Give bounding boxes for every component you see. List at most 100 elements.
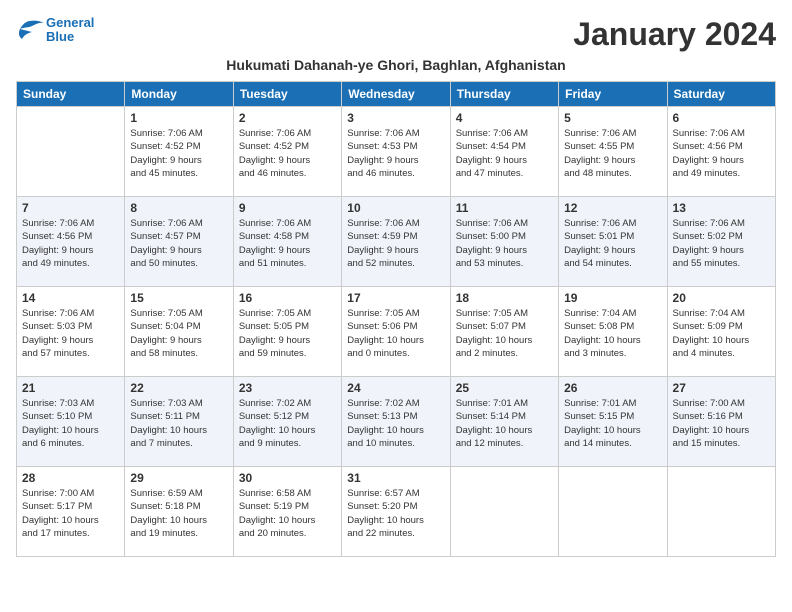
- calendar-cell: 14 Sunrise: 7:06 AMSunset: 5:03 PMDayligh…: [17, 287, 125, 377]
- weekday-header: Friday: [559, 82, 667, 107]
- day-info: Sunrise: 7:00 AMSunset: 5:17 PMDaylight:…: [22, 487, 119, 540]
- calendar-cell: 12Sunrise: 7:06 AMSunset: 5:01 PMDayligh…: [559, 197, 667, 287]
- day-number: 16: [239, 291, 336, 305]
- day-info: Sunrise: 7:06 AMSunset: 4:56 PMDaylight:…: [22, 217, 119, 270]
- day-info: Sunrise: 7:06 AMSunset: 4:58 PMDaylight:…: [239, 217, 336, 270]
- calendar-cell: [667, 467, 775, 557]
- day-info: Sunrise: 7:04 AMSunset: 5:09 PMDaylight:…: [673, 307, 770, 360]
- day-info: Sunrise: 7:03 AMSunset: 5:11 PMDaylight:…: [130, 397, 227, 450]
- calendar-cell: 13 Sunrise: 7:06 AMSunset: 5:02 PMDayligh…: [667, 197, 775, 287]
- day-number: 27: [673, 381, 770, 395]
- calendar-cell: 9 Sunrise: 7:06 AMSunset: 4:58 PMDaylight…: [233, 197, 341, 287]
- day-number: 12: [564, 201, 661, 215]
- calendar-cell: 30Sunrise: 6:58 AMSunset: 5:19 PMDayligh…: [233, 467, 341, 557]
- day-info: Sunrise: 7:05 AMSunset: 5:07 PMDaylight:…: [456, 307, 553, 360]
- calendar-cell: 29Sunrise: 6:59 AMSunset: 5:18 PMDayligh…: [125, 467, 233, 557]
- day-info: Sunrise: 7:02 AMSunset: 5:12 PMDaylight:…: [239, 397, 336, 450]
- day-info: Sunrise: 7:06 AMSunset: 4:57 PMDaylight:…: [130, 217, 227, 270]
- day-info: Sunrise: 7:05 AMSunset: 5:06 PMDaylight:…: [347, 307, 444, 360]
- calendar-cell: 8 Sunrise: 7:06 AMSunset: 4:57 PMDaylight…: [125, 197, 233, 287]
- calendar-table: SundayMondayTuesdayWednesdayThursdayFrid…: [16, 81, 776, 557]
- calendar-cell: 15 Sunrise: 7:05 AMSunset: 5:04 PMDayligh…: [125, 287, 233, 377]
- calendar-cell: 23 Sunrise: 7:02 AMSunset: 5:12 PMDayligh…: [233, 377, 341, 467]
- day-number: 23: [239, 381, 336, 395]
- weekday-header: Thursday: [450, 82, 558, 107]
- day-number: 9: [239, 201, 336, 215]
- day-number: 4: [456, 111, 553, 125]
- day-info: Sunrise: 7:06 AMSunset: 4:53 PMDaylight:…: [347, 127, 444, 180]
- day-info: Sunrise: 7:01 AMSunset: 5:15 PMDaylight:…: [564, 397, 661, 450]
- day-info: Sunrise: 7:06 AMSunset: 5:02 PMDaylight:…: [673, 217, 770, 270]
- day-number: 14: [22, 291, 119, 305]
- day-number: 22: [130, 381, 227, 395]
- day-info: Sunrise: 7:03 AMSunset: 5:10 PMDaylight:…: [22, 397, 119, 450]
- day-info: Sunrise: 7:06 AMSunset: 4:52 PMDaylight:…: [239, 127, 336, 180]
- calendar-cell: [450, 467, 558, 557]
- day-info: Sunrise: 7:04 AMSunset: 5:08 PMDaylight:…: [564, 307, 661, 360]
- day-number: 21: [22, 381, 119, 395]
- weekday-header: Saturday: [667, 82, 775, 107]
- calendar-cell: 7 Sunrise: 7:06 AMSunset: 4:56 PMDaylight…: [17, 197, 125, 287]
- logo-text: General Blue: [46, 16, 94, 45]
- day-number: 8: [130, 201, 227, 215]
- day-number: 5: [564, 111, 661, 125]
- day-info: Sunrise: 7:06 AMSunset: 4:54 PMDaylight:…: [456, 127, 553, 180]
- calendar-week-row: 14 Sunrise: 7:06 AMSunset: 5:03 PMDayligh…: [17, 287, 776, 377]
- day-info: Sunrise: 7:06 AMSunset: 4:52 PMDaylight:…: [130, 127, 227, 180]
- calendar-week-row: 28 Sunrise: 7:00 AMSunset: 5:17 PMDayligh…: [17, 467, 776, 557]
- day-number: 7: [22, 201, 119, 215]
- day-number: 11: [456, 201, 553, 215]
- day-number: 24: [347, 381, 444, 395]
- day-info: Sunrise: 7:06 AMSunset: 4:59 PMDaylight:…: [347, 217, 444, 270]
- calendar-cell: 18 Sunrise: 7:05 AMSunset: 5:07 PMDayligh…: [450, 287, 558, 377]
- day-number: 2: [239, 111, 336, 125]
- day-number: 15: [130, 291, 227, 305]
- day-info: Sunrise: 7:05 AMSunset: 5:05 PMDaylight:…: [239, 307, 336, 360]
- page-header: General Blue January 2024: [16, 16, 776, 53]
- day-info: Sunrise: 7:06 AMSunset: 5:03 PMDaylight:…: [22, 307, 119, 360]
- calendar-cell: 6 Sunrise: 7:06 AMSunset: 4:56 PMDaylight…: [667, 107, 775, 197]
- title-block: January 2024: [573, 16, 776, 53]
- calendar-cell: 16 Sunrise: 7:05 AMSunset: 5:05 PMDayligh…: [233, 287, 341, 377]
- day-info: Sunrise: 6:59 AMSunset: 5:18 PMDaylight:…: [130, 487, 227, 540]
- day-info: Sunrise: 6:58 AMSunset: 5:19 PMDaylight:…: [239, 487, 336, 540]
- subtitle: Hukumati Dahanah-ye Ghori, Baghlan, Afgh…: [16, 57, 776, 73]
- day-number: 10: [347, 201, 444, 215]
- calendar-cell: 25 Sunrise: 7:01 AMSunset: 5:14 PMDayligh…: [450, 377, 558, 467]
- day-info: Sunrise: 7:05 AMSunset: 5:04 PMDaylight:…: [130, 307, 227, 360]
- day-number: 1: [130, 111, 227, 125]
- calendar-cell: 2 Sunrise: 7:06 AMSunset: 4:52 PMDaylight…: [233, 107, 341, 197]
- day-number: 18: [456, 291, 553, 305]
- logo: General Blue: [16, 16, 94, 45]
- day-number: 31: [347, 471, 444, 485]
- calendar-cell: 11 Sunrise: 7:06 AMSunset: 5:00 PMDayligh…: [450, 197, 558, 287]
- calendar-cell: 5 Sunrise: 7:06 AMSunset: 4:55 PMDaylight…: [559, 107, 667, 197]
- calendar-cell: 17 Sunrise: 7:05 AMSunset: 5:06 PMDayligh…: [342, 287, 450, 377]
- day-number: 25: [456, 381, 553, 395]
- calendar-cell: 10 Sunrise: 7:06 AMSunset: 4:59 PMDayligh…: [342, 197, 450, 287]
- day-info: Sunrise: 7:01 AMSunset: 5:14 PMDaylight:…: [456, 397, 553, 450]
- day-info: Sunrise: 7:06 AMSunset: 5:00 PMDaylight:…: [456, 217, 553, 270]
- day-number: 28: [22, 471, 119, 485]
- day-number: 3: [347, 111, 444, 125]
- calendar-cell: [559, 467, 667, 557]
- day-info: Sunrise: 7:02 AMSunset: 5:13 PMDaylight:…: [347, 397, 444, 450]
- day-number: 17: [347, 291, 444, 305]
- calendar-week-row: 1 Sunrise: 7:06 AMSunset: 4:52 PMDaylight…: [17, 107, 776, 197]
- calendar-cell: 1 Sunrise: 7:06 AMSunset: 4:52 PMDaylight…: [125, 107, 233, 197]
- day-number: 13: [673, 201, 770, 215]
- calendar-cell: 27Sunrise: 7:00 AMSunset: 5:16 PMDayligh…: [667, 377, 775, 467]
- calendar-cell: 21 Sunrise: 7:03 AMSunset: 5:10 PMDayligh…: [17, 377, 125, 467]
- calendar-week-row: 7 Sunrise: 7:06 AMSunset: 4:56 PMDaylight…: [17, 197, 776, 287]
- day-info: Sunrise: 7:06 AMSunset: 4:56 PMDaylight:…: [673, 127, 770, 180]
- day-number: 6: [673, 111, 770, 125]
- weekday-header: Wednesday: [342, 82, 450, 107]
- month-title: January 2024: [573, 16, 776, 53]
- weekday-header: Sunday: [17, 82, 125, 107]
- calendar-cell: 22 Sunrise: 7:03 AMSunset: 5:11 PMDayligh…: [125, 377, 233, 467]
- calendar-cell: 26Sunrise: 7:01 AMSunset: 5:15 PMDayligh…: [559, 377, 667, 467]
- day-info: Sunrise: 6:57 AMSunset: 5:20 PMDaylight:…: [347, 487, 444, 540]
- calendar-cell: [17, 107, 125, 197]
- day-info: Sunrise: 7:06 AMSunset: 4:55 PMDaylight:…: [564, 127, 661, 180]
- calendar-cell: 20Sunrise: 7:04 AMSunset: 5:09 PMDayligh…: [667, 287, 775, 377]
